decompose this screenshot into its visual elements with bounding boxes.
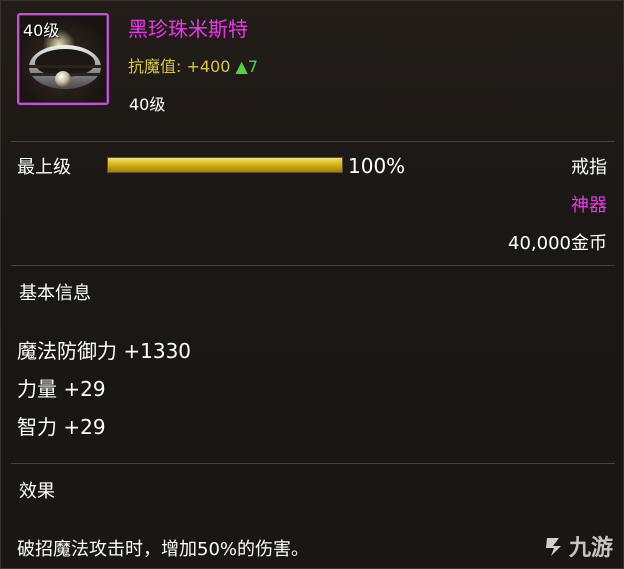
item-grade: 神器	[571, 195, 607, 216]
item-type: 戒指	[571, 157, 607, 178]
watermark-logo: 九游	[543, 530, 613, 562]
divider	[11, 463, 615, 464]
item-name: 黑珍珠米斯特	[128, 17, 248, 41]
nine-game-logo-icon	[545, 538, 561, 556]
upgrade-percent: 100%	[348, 154, 406, 178]
upgrade-progress-fill	[108, 158, 342, 172]
divider	[11, 141, 615, 142]
required-level: 40级	[129, 95, 166, 114]
upgrade-progress-bar	[107, 157, 343, 173]
item-price: 40,000金币	[508, 233, 607, 254]
upgrade-label: 最上级	[17, 157, 71, 178]
basic-info-title: 基本信息	[19, 283, 91, 304]
resist-delta: ▲7	[235, 57, 259, 76]
resist-value: +400	[186, 57, 231, 76]
effect-title: 效果	[19, 481, 55, 502]
icon-level-badge: 40级	[23, 21, 60, 40]
stat-line: 力量 +29	[17, 377, 106, 401]
divider	[11, 265, 615, 266]
stat-line: 智力 +29	[17, 415, 106, 439]
resist-stat: 抗魔值: +400 ▲7	[128, 53, 258, 77]
item-icon-frame: 40级	[17, 13, 109, 105]
watermark-text: 九游	[568, 536, 613, 561]
resist-label: 抗魔值:	[128, 57, 182, 76]
stat-line: 魔法防御力 +1330	[17, 339, 192, 363]
item-tooltip: 40级 黑珍珠米斯特 抗魔值: +400 ▲7 40级 最上级 100% 戒指 …	[0, 0, 624, 569]
effect-text: 破招魔法攻击时，增加50%的伤害。	[17, 539, 310, 560]
